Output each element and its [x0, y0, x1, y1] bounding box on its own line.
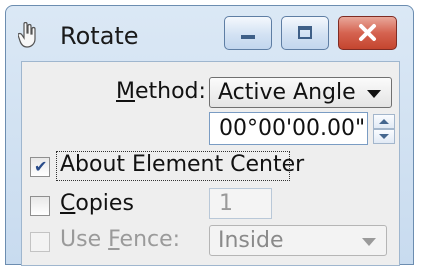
maximize-icon [298, 26, 312, 39]
rotate-window: Rotate Method: Active Angle 00°00'00.00"… [5, 5, 414, 266]
copies-checkbox[interactable] [30, 196, 50, 216]
use-fence-select[interactable]: Inside [209, 225, 387, 256]
use-fence-value: Inside [218, 228, 284, 253]
settings-panel: Method: Active Angle 00°00'00.00" ✔ Abou… [21, 61, 400, 266]
close-button[interactable] [338, 16, 397, 50]
method-label: Method: [116, 79, 206, 104]
copies-input[interactable]: 1 [209, 188, 272, 219]
title-bar[interactable]: Rotate [6, 6, 413, 61]
minimize-button[interactable] [224, 16, 272, 50]
copies-value: 1 [219, 191, 233, 216]
maximize-button[interactable] [281, 16, 329, 50]
about-center-checkbox[interactable]: ✔ [30, 157, 50, 177]
use-fence-label[interactable]: Use Fence: [60, 227, 180, 252]
method-value: Active Angle [218, 80, 356, 105]
angle-value: 00°00'00.00" [219, 116, 366, 141]
use-fence-checkbox[interactable] [30, 232, 50, 252]
arrow-down-icon [379, 134, 389, 139]
window-title: Rotate [60, 22, 139, 50]
check-icon: ✔ [34, 157, 48, 176]
about-center-label[interactable]: About Element Center [60, 152, 304, 177]
angle-spinner[interactable] [373, 114, 395, 144]
arrow-up-icon [379, 119, 389, 124]
angle-input[interactable]: 00°00'00.00" [209, 112, 368, 145]
copies-label[interactable]: Copies [60, 191, 134, 216]
chevron-down-icon [367, 90, 381, 98]
hand-icon [18, 22, 36, 48]
chevron-down-icon [362, 238, 376, 246]
method-select[interactable]: Active Angle [209, 77, 392, 108]
spin-down-button[interactable] [373, 129, 395, 144]
minimize-icon [241, 35, 255, 39]
close-icon [359, 24, 376, 41]
spin-up-button[interactable] [373, 114, 395, 129]
